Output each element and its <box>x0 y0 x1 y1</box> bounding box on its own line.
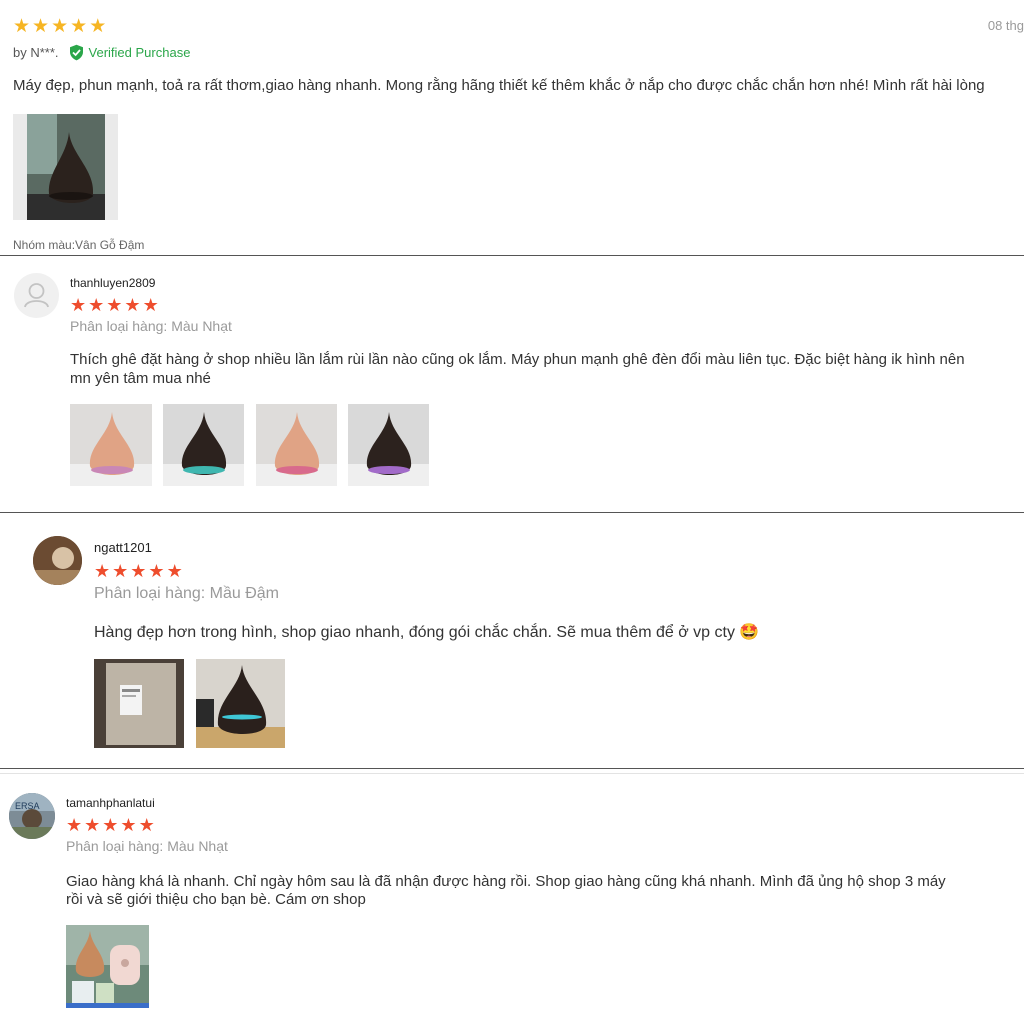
review-text-line: Giao hàng khá là nhanh. Chỉ ngày hôm sau… <box>66 873 946 890</box>
avatar-placeholder-icon <box>14 273 59 318</box>
review-author-row: by N***. Verified Purchase <box>13 44 190 61</box>
svg-text:ERSA: ERSA <box>15 801 40 811</box>
review-photo[interactable] <box>70 404 152 486</box>
review-photo[interactable] <box>66 925 149 1008</box>
star-icon: ★ <box>120 815 137 835</box>
star-icon: ★ <box>138 815 155 835</box>
review-photo[interactable] <box>94 659 184 748</box>
user-avatar <box>33 536 82 585</box>
username[interactable]: ngatt1201 <box>94 540 152 555</box>
star-icon: ★ <box>51 16 69 37</box>
star-icon: ★ <box>142 295 159 315</box>
rating-stars: ★ ★ ★ ★ ★ <box>70 296 159 314</box>
star-icon: ★ <box>70 16 88 37</box>
star-icon: ★ <box>66 815 83 835</box>
review-divider <box>0 255 1024 256</box>
author-name: by N***. <box>13 45 59 60</box>
star-icon: ★ <box>130 561 147 581</box>
user-avatar: ERSA <box>9 793 55 839</box>
star-icon: ★ <box>102 815 119 835</box>
variant-label: Nhóm màu:Vân Gỗ Đậm <box>13 238 145 252</box>
review-photo[interactable] <box>348 404 429 486</box>
star-icon: ★ <box>70 295 87 315</box>
rating-stars: ★ ★ ★ ★ ★ <box>66 816 155 834</box>
star-icon: ★ <box>112 561 129 581</box>
variant-label: Phân loại hàng: Màu Nhạt <box>66 838 228 854</box>
review-photo[interactable] <box>163 404 244 486</box>
review-text-line: mn yên tâm mua nhé <box>70 370 211 387</box>
review-photo[interactable] <box>256 404 337 486</box>
variant-label: Phân loại hàng: Màu Nhạt <box>70 318 232 334</box>
username[interactable]: tamanhphanlatui <box>66 796 155 810</box>
star-icon: ★ <box>88 295 105 315</box>
star-icon: ★ <box>124 295 141 315</box>
rating-stars: ★ ★ ★ ★ ★ <box>94 562 183 580</box>
star-icon: ★ <box>148 561 165 581</box>
star-icon: ★ <box>94 561 111 581</box>
review-photo[interactable] <box>196 659 285 748</box>
review-divider <box>0 773 1024 774</box>
star-icon: ★ <box>13 16 31 37</box>
review-text-line: rồi và sẽ giới thiệu cho bạn bè. Cám ơn … <box>66 891 366 908</box>
review-photo[interactable] <box>13 114 118 220</box>
star-icon: ★ <box>32 16 50 37</box>
review-divider <box>0 512 1024 513</box>
star-icon: ★ <box>89 16 107 37</box>
review-text-line: Thích ghê đặt hàng ở shop nhiều lần lắm … <box>70 351 965 368</box>
star-icon: ★ <box>106 295 123 315</box>
rating-stars: ★ ★ ★ ★ ★ <box>13 17 106 36</box>
star-icon: ★ <box>166 561 183 581</box>
verified-purchase-label: Verified Purchase <box>88 45 191 60</box>
review-date: 08 thg <box>987 18 1024 33</box>
verified-check-icon <box>68 44 85 61</box>
review-text: Máy đẹp, phun mạnh, toả ra rất thơm,giao… <box>13 77 985 94</box>
review-text: Hàng đẹp hơn trong hình, shop giao nhanh… <box>94 624 760 641</box>
variant-label: Phân loại hàng: Mầu Đậm <box>94 585 279 602</box>
star-icon: ★ <box>84 815 101 835</box>
review-divider <box>0 768 1024 769</box>
username[interactable]: thanhluyen2809 <box>70 276 155 290</box>
